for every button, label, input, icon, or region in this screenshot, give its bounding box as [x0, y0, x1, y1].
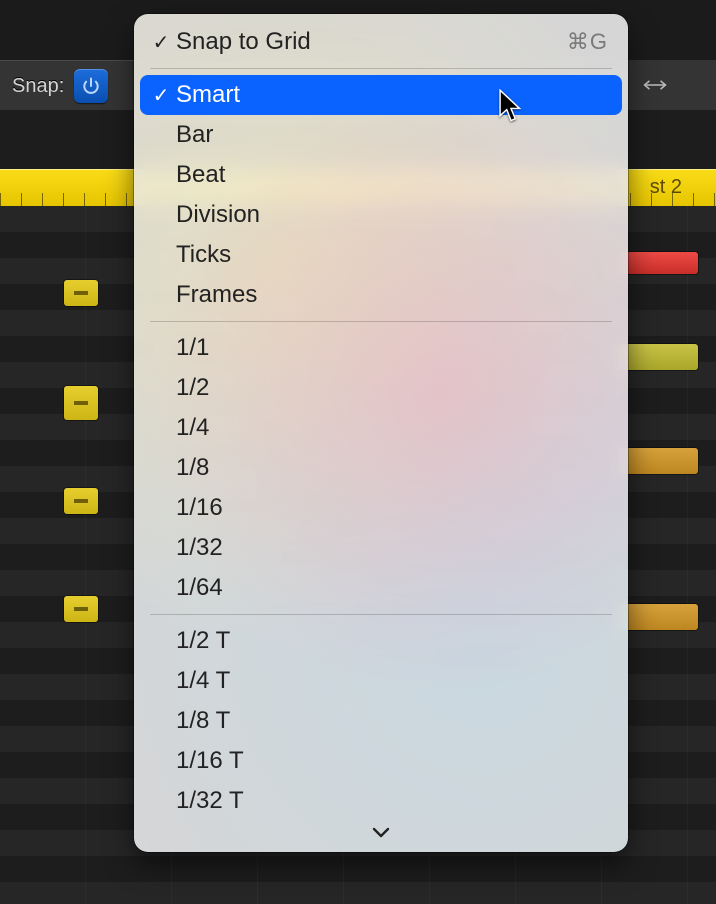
menu-item-bar[interactable]: Bar	[140, 115, 622, 155]
menu-item-beat[interactable]: Beat	[140, 155, 622, 195]
menu-item-1-16[interactable]: 1/16	[140, 488, 622, 528]
menu-item-label: 1/2	[176, 374, 209, 402]
menu-item-1-32[interactable]: 1/32	[140, 528, 622, 568]
menu-separator	[150, 68, 612, 69]
menu-item-label: 1/8 T	[176, 707, 230, 735]
menu-item-label: 1/8	[176, 454, 209, 482]
menu-item-smart[interactable]: ✓ Smart	[140, 75, 622, 115]
snap-power-toggle[interactable]	[74, 69, 108, 103]
menu-item-1-32t[interactable]: 1/32 T	[140, 781, 622, 821]
menu-item-label: 1/4 T	[176, 667, 230, 695]
chevron-down-icon	[372, 827, 390, 839]
menu-item-label: 1/16	[176, 494, 223, 522]
menu-item-1-16t[interactable]: 1/16 T	[140, 741, 622, 781]
menu-item-ticks[interactable]: Ticks	[140, 235, 622, 275]
menu-item-1-8t[interactable]: 1/8 T	[140, 701, 622, 741]
horizontal-arrows-icon	[640, 76, 670, 94]
menu-item-label: 1/16 T	[176, 747, 244, 775]
menu-item-label: Beat	[176, 161, 225, 189]
power-icon	[81, 76, 101, 96]
menu-item-label: Division	[176, 201, 260, 229]
menu-item-label: Bar	[176, 121, 213, 149]
region-block[interactable]	[64, 596, 98, 622]
region-block[interactable]	[618, 604, 698, 630]
menu-item-label: Frames	[176, 281, 257, 309]
region-block[interactable]	[618, 252, 698, 274]
menu-item-label: Ticks	[176, 241, 231, 269]
horizontal-scroll-button[interactable]	[625, 60, 716, 110]
menu-scroll-down-icon[interactable]	[140, 821, 622, 848]
menu-item-label: 1/64	[176, 574, 223, 602]
checkmark-icon: ✓	[148, 30, 174, 55]
menu-item-1-1[interactable]: 1/1	[140, 328, 622, 368]
snap-label: Snap:	[12, 75, 64, 98]
checkmark-icon: ✓	[148, 83, 174, 108]
menu-item-label: Smart	[176, 81, 240, 109]
snap-dropdown-menu[interactable]: ✓ Snap to Grid ⌘G ✓ Smart Bar Beat Divis…	[134, 14, 628, 852]
region-block[interactable]	[64, 488, 98, 514]
ruler-marker-label: st 2	[650, 176, 682, 199]
menu-header-snap-to-grid[interactable]: ✓ Snap to Grid ⌘G	[140, 22, 622, 62]
menu-item-1-64[interactable]: 1/64	[140, 568, 622, 608]
menu-item-label: 1/4	[176, 414, 209, 442]
menu-separator	[150, 321, 612, 322]
menu-item-label: 1/32 T	[176, 787, 244, 815]
menu-item-division[interactable]: Division	[140, 195, 622, 235]
menu-item-label: 1/1	[176, 334, 209, 362]
menu-item-1-2t[interactable]: 1/2 T	[140, 621, 622, 661]
region-block[interactable]	[64, 386, 98, 420]
menu-header-label: Snap to Grid	[176, 28, 311, 56]
menu-item-label: 1/32	[176, 534, 223, 562]
menu-item-1-8[interactable]: 1/8	[140, 448, 622, 488]
region-block[interactable]	[618, 448, 698, 474]
menu-item-1-4t[interactable]: 1/4 T	[140, 661, 622, 701]
menu-item-1-2[interactable]: 1/2	[140, 368, 622, 408]
menu-separator	[150, 614, 612, 615]
region-block[interactable]	[618, 344, 698, 370]
menu-header-shortcut: ⌘G	[567, 29, 608, 55]
menu-item-1-4[interactable]: 1/4	[140, 408, 622, 448]
region-block[interactable]	[64, 280, 98, 306]
menu-item-label: 1/2 T	[176, 627, 230, 655]
menu-item-frames[interactable]: Frames	[140, 275, 622, 315]
